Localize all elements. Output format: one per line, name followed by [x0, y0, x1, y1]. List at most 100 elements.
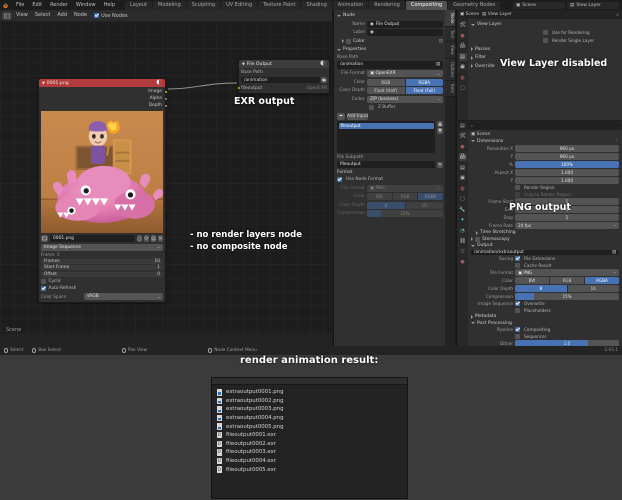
section-post-processing[interactable]: Post Processing [471, 321, 619, 326]
breadcrumb-scene[interactable]: ▣ Scene [460, 12, 479, 17]
aspect-y-value[interactable]: 1.000 [515, 177, 619, 184]
np-color-segmented[interactable]: RGB RGBA [367, 78, 443, 86]
np-codec-row[interactable]: Codec ZIP (lossless) ⌄ [337, 95, 443, 103]
tab-sculpting[interactable]: Sculpting [186, 1, 221, 10]
compositing-checkbox[interactable] [515, 327, 520, 332]
menu-file[interactable]: File [12, 0, 28, 10]
node-output-image[interactable]: Image [39, 88, 168, 95]
file-extensions-checkbox[interactable] [515, 256, 520, 261]
list-item[interactable]: fileoutput0004.exr [217, 457, 402, 465]
section-metadata[interactable]: Metadata [471, 314, 619, 319]
props-tab-material-icon[interactable]: ◉ [459, 258, 467, 266]
props-tab-viewlayer-icon-2[interactable]: ▤ [459, 164, 467, 172]
breadcrumb-scene-2[interactable]: ▣ Scene [471, 132, 490, 137]
list-item[interactable]: fileoutput0002.exr [217, 440, 402, 448]
editor-type-icon[interactable]: ▤ [460, 123, 465, 129]
np-input-list[interactable]: fileoutput [337, 121, 435, 153]
ne-menu-add[interactable]: Add [54, 10, 70, 21]
node-output-depth[interactable]: Depth [39, 102, 168, 109]
render-region-row[interactable]: Render Region [471, 185, 619, 190]
image-source-row[interactable]: Image Sequence ⌄ [41, 243, 163, 251]
node-name-field[interactable]: ◉ File Output [367, 20, 443, 28]
cyclic-checkbox[interactable] [41, 278, 46, 284]
browse-image-icon[interactable] [41, 235, 48, 242]
ne-menu-node[interactable]: Node [71, 10, 90, 21]
aspect-x-row[interactable]: Aspect X 1.000 [471, 169, 619, 176]
props-tab-tool-icon-2[interactable]: 🛠 [459, 132, 467, 140]
aspect-y-row[interactable]: Y 1.000 [471, 177, 619, 184]
frame-rate-row[interactable]: Frame Rate 24 fps ⌄ [471, 222, 619, 229]
out-color-row[interactable]: Color BW RGB RGBA [471, 276, 619, 284]
section-time-stretching[interactable]: Time Stretching [471, 230, 619, 235]
pipeline-row[interactable]: Pipeline Compositing [471, 327, 619, 332]
props-tab-tool-icon[interactable]: 🛠 [459, 21, 467, 29]
cyclic-toggle[interactable]: Cyclic [41, 278, 163, 284]
unlink-image-icon[interactable]: ✕ [158, 235, 163, 242]
percent-value[interactable]: 100% [515, 161, 619, 168]
np-color-rgb[interactable]: RGB [367, 78, 406, 86]
color-space-dropdown[interactable]: sRGB ⌄ [84, 293, 163, 300]
tab-shading[interactable]: Shading [301, 1, 332, 10]
viewlayer-selector[interactable]: ▤ View Layer [567, 1, 619, 9]
start-frame-field[interactable]: Start Frame 1 [41, 265, 163, 270]
node-input-fileoutput[interactable]: fileoutput OpenEXR [236, 85, 327, 91]
folder-icon[interactable] [321, 77, 327, 83]
frame-step-value[interactable]: 1 [515, 214, 619, 221]
np-tab-item[interactable]: Item [445, 81, 455, 98]
overwrite-checkbox[interactable] [515, 301, 520, 306]
out-color-rgb[interactable]: RGB [550, 276, 585, 284]
props-tab-output-icon-2[interactable]: 🖨 [458, 153, 467, 161]
section-view-layer[interactable]: View Layer [471, 21, 619, 28]
node-output-alpha[interactable]: Alpha [39, 95, 168, 102]
tab-animation[interactable]: Animation [332, 1, 369, 10]
out-color-segmented[interactable]: BW RGB RGBA [515, 276, 619, 284]
props-tab-constraint-icon[interactable]: ⛓ [459, 237, 467, 245]
np-add-input-row[interactable]: ⬅ Add Input [337, 112, 443, 120]
aspect-x-value[interactable]: 1.000 [515, 169, 619, 176]
socket-fileoutput-input[interactable] [236, 86, 241, 90]
tab-modeling[interactable]: Modeling [153, 1, 186, 10]
blender-logo-icon[interactable] [2, 2, 9, 9]
section-stereoscopy[interactable]: Stereoscopy [471, 236, 619, 242]
list-item[interactable]: fileoutput0003.exr [217, 449, 402, 456]
render-single-layer-checkbox[interactable] [543, 38, 548, 44]
tab-rendering[interactable]: Rendering [369, 1, 405, 10]
socket-alpha[interactable] [163, 96, 168, 101]
np-file-subpath-field[interactable]: fileoutput [337, 161, 435, 168]
triangle-down-icon[interactable]: ▼ [242, 62, 245, 66]
props-tab-physics-icon[interactable]: ◔ [459, 227, 467, 235]
np-tab-view[interactable]: View [445, 42, 455, 59]
resolution-x-row[interactable]: Resolution X 960 px [471, 145, 619, 152]
sequencer-row[interactable]: Sequencer [471, 333, 619, 339]
tab-geometry-nodes[interactable]: Geometry Nodes [448, 1, 501, 10]
ne-menu-view[interactable]: View [13, 10, 31, 21]
image-name-field[interactable]: 0001.png [50, 235, 135, 242]
move-up-icon[interactable]: ▲ [437, 121, 443, 127]
np-tab-tool[interactable]: Tool [445, 27, 455, 43]
menu-help[interactable]: Help [100, 0, 119, 10]
np-color-rgba[interactable]: RGBA [405, 78, 443, 86]
np-use-node-format-checkbox[interactable] [337, 177, 342, 182]
render-region-checkbox[interactable] [515, 185, 520, 190]
filter-icon[interactable]: ⌕ [616, 12, 619, 18]
frames-field[interactable]: Frames 10 [41, 258, 163, 264]
cache-result-checkbox[interactable] [515, 262, 520, 268]
out-compression-slider[interactable]: 15% [515, 292, 619, 300]
color-checkbox[interactable] [346, 38, 351, 44]
breadcrumb-view-layer[interactable]: ▤ View Layer [482, 12, 512, 17]
np-color-depth-segmented[interactable]: Float (Half) Float (Full) [367, 87, 443, 94]
props-tab-data-icon[interactable]: ▽ [459, 248, 467, 256]
auto-refresh-checkbox[interactable] [41, 286, 46, 291]
np-input-list-item[interactable]: fileoutput [338, 122, 434, 129]
np-add-input-button[interactable]: Add Input [347, 112, 369, 120]
fake-user-icon[interactable]: ○ [137, 235, 142, 242]
saving-row[interactable]: Saving File Extensions [471, 256, 619, 261]
np-tab-options[interactable]: Options [445, 58, 455, 82]
section-node[interactable]: Node [337, 12, 443, 19]
np-file-subpath-row[interactable]: fileoutput ✕ [337, 161, 443, 168]
placeholders-checkbox[interactable] [515, 307, 520, 313]
resolution-y-row[interactable]: Y 960 px [471, 153, 619, 160]
np-color-depth-row[interactable]: Color Depth Float (Half) Float (Full) [337, 87, 443, 94]
node-image[interactable]: ▼ 0001.png Image Alpha Depth 0001.png ○ … [38, 78, 168, 303]
node-file-output[interactable]: ▼ File Output Base Path /animation fileo… [236, 59, 330, 94]
